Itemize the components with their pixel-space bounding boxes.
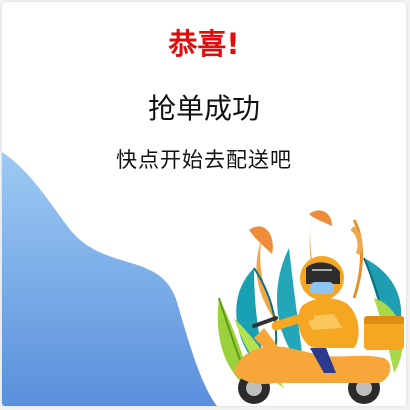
dialog-subtitle: 快点开始去配送吧 [116,148,292,172]
success-dialog: 恭喜! 抢单成功 快点开始去配送吧 [2,2,406,406]
dialog-title: 抢单成功 [147,92,260,125]
delivery-rider-illustration [217,208,404,404]
congrats-text: 恭喜! [168,27,240,61]
